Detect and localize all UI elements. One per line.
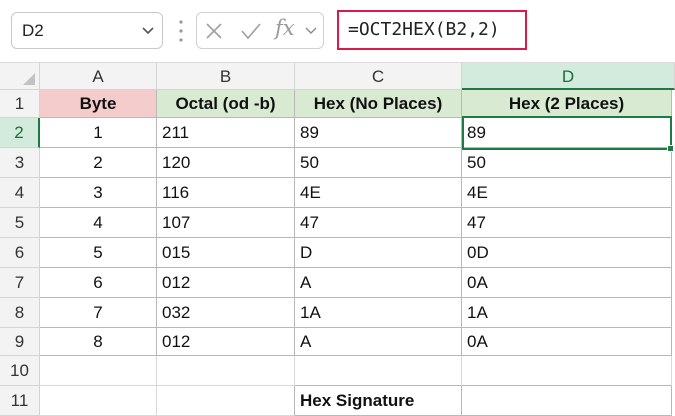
table-cell-byte[interactable]: 8	[40, 328, 157, 356]
row-header-10[interactable]: 10	[0, 356, 40, 386]
table-cell-byte[interactable]: 6	[40, 268, 157, 298]
table-cell-hex[interactable]: 50	[295, 148, 462, 178]
row-header-11[interactable]: 11	[0, 386, 40, 416]
table-cell-hex2[interactable]: 89	[462, 118, 672, 148]
table-cell-hex[interactable]: D	[295, 238, 462, 268]
name-box-value[interactable]: D2	[22, 21, 44, 41]
row-header-4[interactable]: 4	[0, 178, 40, 208]
formula-input[interactable]: =OCT2HEX(B2,2)	[337, 10, 527, 50]
select-all-triangle-icon	[23, 73, 35, 85]
row-header-1[interactable]: 1	[0, 90, 40, 118]
name-box[interactable]: D2	[11, 12, 163, 49]
drag-handle-icon[interactable]	[176, 17, 186, 45]
row-header-2[interactable]: 2	[0, 118, 40, 148]
table-cell-hex[interactable]: 89	[295, 118, 462, 148]
header-hex-no-places[interactable]: Hex (No Places)	[295, 90, 462, 118]
empty-cell[interactable]	[157, 356, 295, 386]
table-cell-byte[interactable]: 4	[40, 208, 157, 238]
table-cell-octal[interactable]: 012	[157, 328, 295, 356]
table-cell-hex2[interactable]: 0A	[462, 328, 672, 356]
column-header-d[interactable]: D	[462, 63, 675, 90]
table-cell-hex[interactable]: 1A	[295, 298, 462, 328]
table-cell-hex2[interactable]: 4E	[462, 178, 672, 208]
empty-cell[interactable]	[462, 356, 672, 386]
header-octal[interactable]: Octal (od -b)	[157, 90, 295, 118]
hex-signature-value[interactable]	[462, 386, 672, 416]
table-cell-hex[interactable]: 47	[295, 208, 462, 238]
row-header-7[interactable]: 7	[0, 268, 40, 298]
table-cell-byte[interactable]: 3	[40, 178, 157, 208]
hex-signature-label[interactable]: Hex Signature	[295, 386, 462, 416]
row-header-8[interactable]: 8	[0, 298, 40, 328]
table-cell-octal[interactable]: 032	[157, 298, 295, 328]
empty-cell[interactable]	[157, 386, 295, 416]
row-header-9[interactable]: 9	[0, 328, 40, 356]
table-cell-octal[interactable]: 116	[157, 178, 295, 208]
table-cell-hex2[interactable]: 0A	[462, 268, 672, 298]
table-cell-byte[interactable]: 5	[40, 238, 157, 268]
empty-cell[interactable]	[295, 356, 462, 386]
chevron-down-icon[interactable]	[305, 26, 317, 36]
table-cell-hex2[interactable]: 47	[462, 208, 672, 238]
fill-handle[interactable]	[667, 145, 674, 152]
column-header-b[interactable]: B	[157, 63, 295, 90]
table-cell-byte[interactable]: 1	[40, 118, 157, 148]
close-icon[interactable]	[205, 22, 223, 40]
table-cell-octal[interactable]: 015	[157, 238, 295, 268]
empty-cell[interactable]	[40, 356, 157, 386]
table-cell-octal[interactable]: 120	[157, 148, 295, 178]
empty-cell[interactable]	[40, 386, 157, 416]
fx-icon[interactable]: fx	[275, 16, 295, 40]
table-cell-byte[interactable]: 2	[40, 148, 157, 178]
column-header-c[interactable]: C	[295, 63, 462, 90]
table-cell-hex2[interactable]: 0D	[462, 238, 672, 268]
table-cell-hex[interactable]: 4E	[295, 178, 462, 208]
column-header-a[interactable]: A	[40, 63, 157, 90]
table-cell-octal[interactable]: 107	[157, 208, 295, 238]
row-header-6[interactable]: 6	[0, 238, 40, 268]
header-byte[interactable]: Byte	[40, 90, 157, 118]
check-icon[interactable]	[240, 22, 262, 40]
table-cell-byte[interactable]: 7	[40, 298, 157, 328]
table-cell-octal[interactable]: 211	[157, 118, 295, 148]
table-cell-hex2[interactable]: 1A	[462, 298, 672, 328]
chevron-down-icon[interactable]	[142, 26, 154, 36]
formula-actions: fx	[196, 12, 324, 49]
table-cell-hex2[interactable]: 50	[462, 148, 672, 178]
formula-bar: D2 fx =OCT2HEX(B2,2)	[0, 0, 675, 62]
row-header-3[interactable]: 3	[0, 148, 40, 178]
row-header-5[interactable]: 5	[0, 208, 40, 238]
table-cell-hex[interactable]: A	[295, 328, 462, 356]
select-all-button[interactable]	[0, 63, 40, 90]
table-cell-hex[interactable]: A	[295, 268, 462, 298]
header-hex-2-places[interactable]: Hex (2 Places)	[462, 90, 672, 118]
table-cell-octal[interactable]: 012	[157, 268, 295, 298]
